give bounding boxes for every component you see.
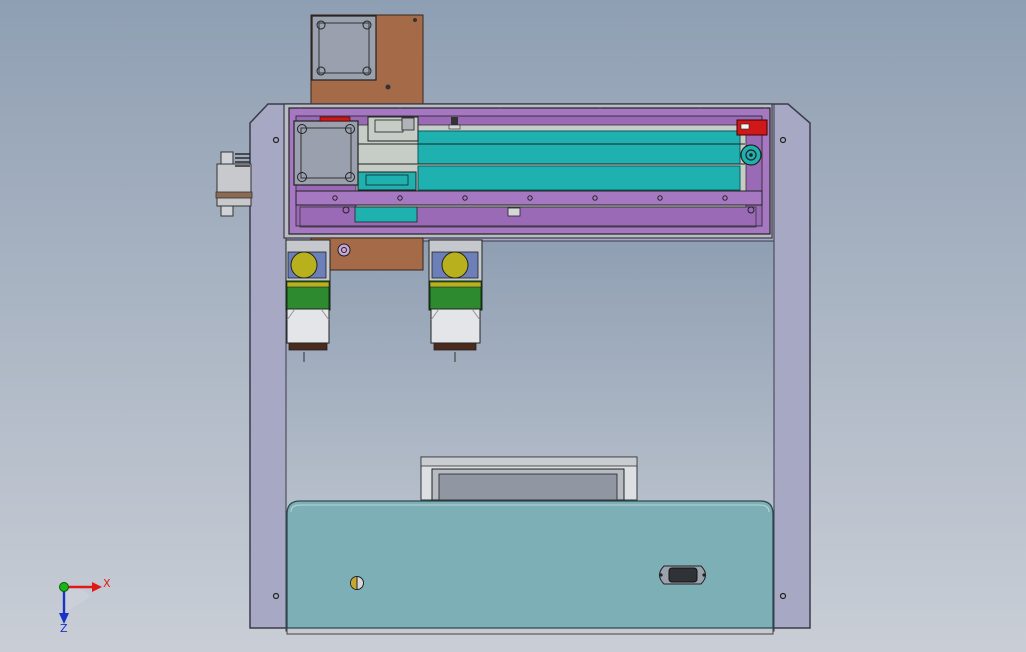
y-axis-arrow <box>59 582 69 592</box>
print-head-right <box>428 239 483 362</box>
print-head-left <box>285 239 331 362</box>
electronics-cabinet <box>286 500 774 629</box>
nozzle <box>288 342 328 351</box>
extruder-gear <box>290 251 318 279</box>
cabinet-panel <box>286 500 774 629</box>
nozzle <box>433 342 477 351</box>
x-axis-label: X <box>103 577 111 590</box>
carriage-stepper-motor <box>293 120 359 186</box>
x-gantry <box>283 103 773 239</box>
heatsink <box>430 308 481 344</box>
extruder-gear <box>441 251 469 279</box>
cad-viewport[interactable]: X Z <box>0 0 1026 652</box>
z-axis-label: Z <box>60 622 68 635</box>
heatsink <box>286 308 330 344</box>
power-socket <box>659 565 706 585</box>
guide-rail <box>295 190 763 206</box>
teal-belt-lower <box>417 165 741 191</box>
teal-belt-upper <box>417 130 741 165</box>
build-tray <box>420 456 638 501</box>
top-stepper-motor <box>311 15 377 81</box>
